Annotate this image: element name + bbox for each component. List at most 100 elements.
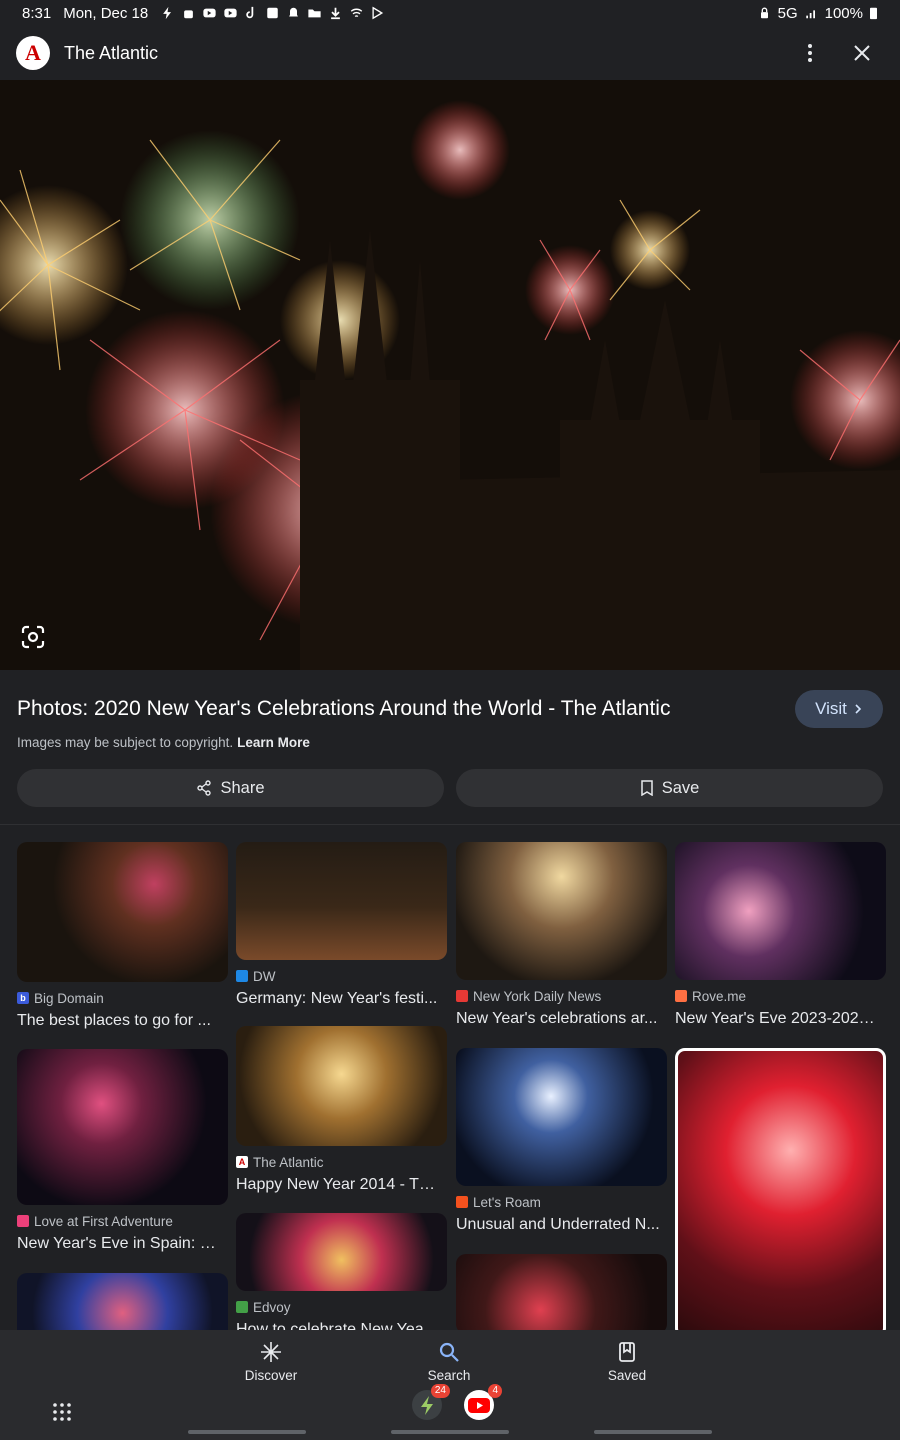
source-name: Rove.me (692, 988, 747, 1004)
more-vert-icon (808, 44, 812, 62)
source-favicon (17, 1215, 29, 1227)
source-name: DW (253, 968, 276, 984)
notification-icons (160, 6, 385, 20)
related-source: Let's Roam (456, 1194, 667, 1210)
related-card[interactable]: b Big Domain The best places to go for .… (17, 842, 228, 1030)
download-icon (331, 7, 341, 20)
youtube-icon-2 (224, 8, 237, 18)
related-card[interactable]: DW Germany: New Year's festi... (236, 842, 447, 1008)
related-thumbnail (17, 1049, 228, 1205)
wifi-icon (351, 8, 363, 18)
nav-discover[interactable]: Discover (211, 1340, 331, 1383)
status-right: 5G 100% (757, 5, 878, 22)
related-card[interactable] (17, 1273, 228, 1330)
dock-app-power[interactable]: 24 (412, 1384, 450, 1420)
related-source: DW (236, 968, 447, 984)
main-image[interactable] (0, 80, 900, 670)
nav-discover-label: Discover (244, 1368, 298, 1383)
photo-icon (267, 7, 278, 19)
related-thumbnail (456, 842, 667, 980)
source-favicon (456, 1196, 468, 1208)
bottom-navigation: Discover Search Saved 24 4 (0, 1330, 900, 1440)
related-source: A The Atlantic (236, 1154, 447, 1170)
notification-badge: 24 (430, 1384, 450, 1398)
battery-icon (870, 7, 877, 20)
related-thumbnail (17, 842, 228, 982)
copyright-text: Images may be subject to copyright. (17, 735, 234, 750)
close-icon (854, 45, 870, 61)
source-name: Big Domain (34, 990, 104, 1006)
nav-search-label: Search (427, 1368, 471, 1383)
related-source: Rove.me (675, 988, 886, 1004)
fireworks-photo (0, 80, 900, 670)
close-button[interactable] (850, 41, 874, 65)
source-favicon (456, 990, 468, 1002)
nav-search[interactable]: Search (389, 1340, 509, 1383)
related-card[interactable] (456, 1254, 667, 1330)
nav-saved-label: Saved (607, 1368, 647, 1383)
search-icon (439, 1342, 459, 1362)
battery-level: 100% (824, 4, 863, 22)
notification-badge: 4 (488, 1384, 502, 1398)
related-title: The best places to go for ... (17, 1012, 211, 1029)
signal-icon (805, 10, 815, 19)
youtube-icon (203, 8, 216, 18)
share-label: Share (220, 778, 265, 797)
app-drawer-button[interactable] (50, 1400, 74, 1424)
saved-icon (619, 1342, 635, 1362)
related-thumbnail (236, 1213, 447, 1291)
source-favicon: A (236, 1156, 248, 1168)
source-favicon (236, 970, 248, 982)
tiktok-icon (246, 6, 254, 19)
save-label: Save (661, 778, 700, 797)
related-card[interactable]: New York Daily News New Year's celebrati… (456, 842, 667, 1028)
learn-more-link[interactable]: Learn More (237, 735, 310, 750)
gesture-bar-right (594, 1430, 712, 1434)
site-logo: A (16, 36, 50, 70)
status-time: 8:31 (22, 4, 52, 22)
related-card[interactable]: Love at First Adventure New Year's Eve i… (17, 1049, 228, 1253)
source-favicon (675, 990, 687, 1002)
nav-saved[interactable]: Saved (567, 1340, 687, 1383)
copyright-notice: Images may be subject to copyright. Learn… (17, 735, 310, 750)
android-icon (184, 10, 194, 19)
visit-label: Visit (815, 699, 847, 718)
visit-button[interactable]: Visit (795, 690, 883, 728)
lock-icon (760, 7, 768, 19)
chevron-right-icon (855, 704, 862, 714)
source-name: Let's Roam (473, 1194, 541, 1210)
result-title[interactable]: Photos: 2020 New Year's Celebrations Aro… (17, 697, 795, 721)
gesture-bar-center[interactable] (391, 1430, 509, 1434)
source-favicon (236, 1301, 248, 1313)
share-button[interactable]: Share (17, 769, 444, 807)
lens-button[interactable] (20, 624, 46, 650)
related-title: Happy New Year 2014 - Th... (236, 1176, 441, 1193)
related-source: Edvoy (236, 1299, 447, 1315)
play-store-icon (372, 6, 384, 20)
related-title: New Year's Eve 2023-2024... (675, 1010, 880, 1027)
result-info: Photos: 2020 New Year's Celebrations Aro… (0, 670, 900, 825)
related-card[interactable] (675, 1048, 886, 1330)
related-card[interactable]: Edvoy How to celebrate New Yea... (236, 1213, 447, 1330)
related-title: Unusual and Underrated N... (456, 1216, 660, 1233)
google-lens-icon (21, 625, 45, 649)
site-name[interactable]: The Atlantic (64, 43, 158, 64)
discover-icon (261, 1342, 281, 1362)
dock-app-youtube[interactable]: 4 (464, 1384, 502, 1420)
save-button[interactable]: Save (456, 769, 883, 807)
related-thumbnail (675, 842, 886, 980)
related-thumbnail (456, 1048, 667, 1186)
related-title: How to celebrate New Yea... (236, 1321, 438, 1330)
related-thumbnail (236, 842, 447, 960)
flash-icon (163, 6, 172, 20)
source-name: Love at First Adventure (34, 1213, 173, 1229)
related-card[interactable]: Let's Roam Unusual and Underrated N... (456, 1048, 667, 1234)
more-options-button[interactable] (798, 41, 822, 65)
related-source: b Big Domain (17, 990, 228, 1006)
bookmark-icon (640, 780, 653, 796)
source-favicon: b (17, 992, 29, 1004)
related-card[interactable]: Rove.me New Year's Eve 2023-2024... (675, 842, 886, 1028)
related-source: Love at First Adventure (17, 1213, 228, 1229)
related-card[interactable]: A The Atlantic Happy New Year 2014 - Th.… (236, 1026, 447, 1194)
share-icon (197, 780, 212, 796)
